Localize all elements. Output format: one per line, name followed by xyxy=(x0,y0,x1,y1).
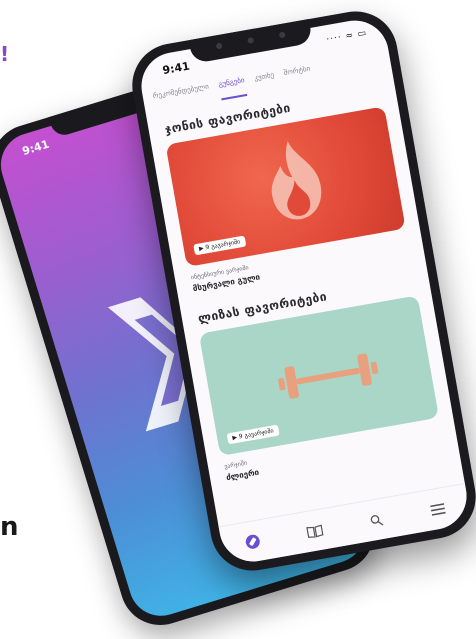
edge-text-letter: n xyxy=(0,512,19,542)
camera-icon xyxy=(215,42,223,50)
dumbbell-icon xyxy=(278,353,379,399)
tab-shorts[interactable]: შორტსი xyxy=(283,65,313,89)
workout-count-badge-2[interactable]: ▶ 9 გავარჯიში xyxy=(226,424,280,445)
nav-discover[interactable] xyxy=(239,528,267,556)
workout-type-label-2: ვარჯიში xyxy=(223,459,248,471)
menu-icon xyxy=(429,502,446,516)
nav-search[interactable] xyxy=(362,506,390,534)
tab-moods[interactable]: გუნგები xyxy=(217,76,248,101)
workout-card-fire[interactable]: ▶ 9 გავარჯიში xyxy=(165,106,406,267)
workout-title-2[interactable]: ძლიერი xyxy=(225,468,259,483)
flame-icon xyxy=(271,140,322,220)
bottom-nav xyxy=(218,482,472,567)
edge-text-exclamation: ! xyxy=(0,42,10,66)
search-icon xyxy=(370,514,384,526)
back-status-time: 9:41 xyxy=(20,137,51,159)
speaker-icon xyxy=(278,31,286,39)
nav-menu[interactable] xyxy=(424,495,452,523)
book-icon xyxy=(305,524,324,538)
compass-icon xyxy=(244,533,262,550)
tab-recommended[interactable]: რეკომენდებული xyxy=(152,82,211,112)
workout-count-badge[interactable]: ▶ 9 გავარჯიში xyxy=(193,235,247,256)
status-time: 9:41 xyxy=(161,59,191,78)
nav-library[interactable] xyxy=(301,517,329,545)
status-icons: ···· ≈ ▭ xyxy=(325,28,369,46)
workout-card-dumbbell[interactable]: ▶ 9 გავარჯიში xyxy=(198,295,440,457)
sensor-icon xyxy=(247,36,255,44)
tab-kitchen[interactable]: კუთხე xyxy=(254,71,277,94)
